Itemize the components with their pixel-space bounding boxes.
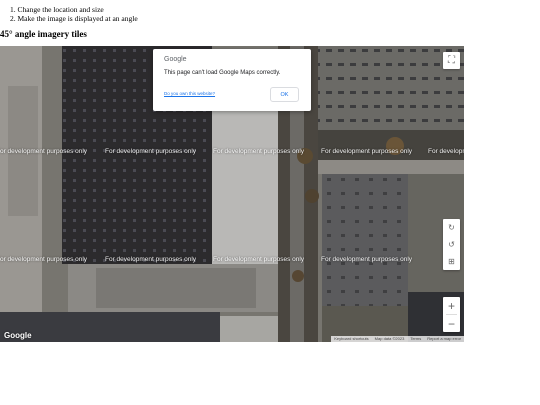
map-data-label: Map data ©2023	[374, 336, 405, 341]
tilt-icon[interactable]: ⊞	[443, 253, 460, 270]
rotate-clockwise-icon[interactable]: ↻	[443, 219, 460, 236]
map-view[interactable]: For development purposes only For develo…	[0, 46, 464, 342]
map-error-dialog: Google This page can't load Google Maps …	[153, 49, 311, 111]
own-website-link[interactable]: Do you own this website?	[164, 91, 215, 96]
watermark-label: For development purposes only	[213, 148, 305, 155]
watermark-label: For development purposes only	[321, 148, 413, 155]
zoom-out-button[interactable]: −	[443, 315, 460, 332]
instruction-step-1: 1. Change the location and size	[10, 5, 104, 14]
rotate-counterclockwise-icon[interactable]: ↺	[443, 236, 460, 253]
terms-link[interactable]: Terms	[407, 336, 424, 342]
rotate-controls: ↻ ↺ ⊞	[443, 219, 460, 270]
map-attribution: Keyboard shortcuts Map data ©2023 Terms …	[331, 336, 464, 342]
zoom-in-button[interactable]: +	[443, 297, 460, 314]
google-logo-text: Google	[164, 56, 187, 63]
ok-button[interactable]: OK	[270, 87, 299, 102]
google-logo[interactable]: Google	[4, 331, 32, 340]
instruction-list: 1. Change the location and size 2. Make …	[0, 5, 138, 23]
keyboard-shortcuts-link[interactable]: Keyboard shortcuts	[331, 336, 371, 342]
watermark-label: For development purposes only	[105, 256, 197, 263]
watermark-label: For development purposes only	[428, 148, 464, 155]
report-error-link[interactable]: Report a map error	[424, 336, 464, 342]
zoom-controls: + −	[443, 297, 460, 332]
watermark-label: For development purposes only	[0, 148, 88, 155]
watermark-label: For development purposes only	[321, 256, 413, 263]
instruction-step-2: 2. Make the image is displayed at an ang…	[10, 14, 138, 23]
watermark-label: For development purposes only	[213, 256, 305, 263]
page-heading: 45° angle imagery tiles	[0, 29, 87, 39]
watermark-label: For development purposes only	[0, 256, 88, 263]
error-message: This page can't load Google Maps correct…	[164, 70, 281, 76]
fullscreen-icon[interactable]: ⛶	[443, 52, 460, 69]
watermark-label: For development purposes only	[105, 148, 197, 155]
